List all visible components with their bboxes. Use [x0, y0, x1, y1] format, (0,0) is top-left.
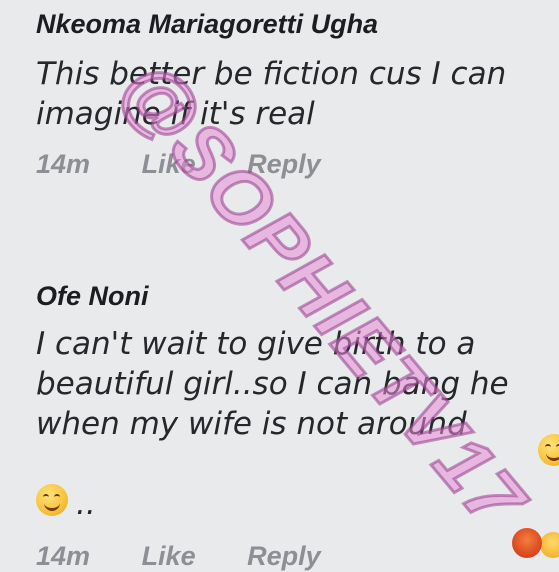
grinning-face-icon: [538, 434, 559, 466]
comment-body: I can't wait to give birth to a beautifu…: [36, 324, 559, 444]
comment-text-line: This better be fiction cus I can: [36, 56, 507, 92]
like-button[interactable]: Like: [142, 148, 196, 180]
comment-text-line: imagine if it's real: [36, 96, 315, 132]
comment-text-line: when my wife is not around: [36, 406, 467, 442]
haha-reaction-icon[interactable]: [540, 532, 559, 558]
like-button[interactable]: Like: [142, 540, 196, 572]
comment: Ofe Noni I can't wait to give birth to a…: [36, 280, 559, 444]
comment-actions: 14m Like Reply: [36, 540, 321, 572]
reply-button[interactable]: Reply: [247, 148, 321, 180]
comment-timestamp: 14m: [36, 541, 91, 571]
angry-reaction-icon[interactable]: [512, 528, 542, 558]
comment-body: This better be fiction cus I can imagine…: [36, 54, 559, 134]
comment-text-suffix: ..: [76, 486, 96, 522]
comment-actions: 14m Like Reply: [36, 148, 559, 180]
comment-text-line: I can't wait to give birth to a: [36, 326, 476, 362]
comment-author[interactable]: Nkeoma Mariagoretti Ugha: [36, 8, 559, 40]
smiling-face-icon: [36, 484, 68, 516]
comment-author[interactable]: Ofe Noni: [36, 280, 559, 312]
comment-text-line: beautiful girl..so I can bang he: [36, 366, 509, 402]
comment: Nkeoma Mariagoretti Ugha This better be …: [36, 8, 559, 180]
reply-button[interactable]: Reply: [247, 540, 321, 572]
comment-timestamp: 14m: [36, 149, 91, 179]
